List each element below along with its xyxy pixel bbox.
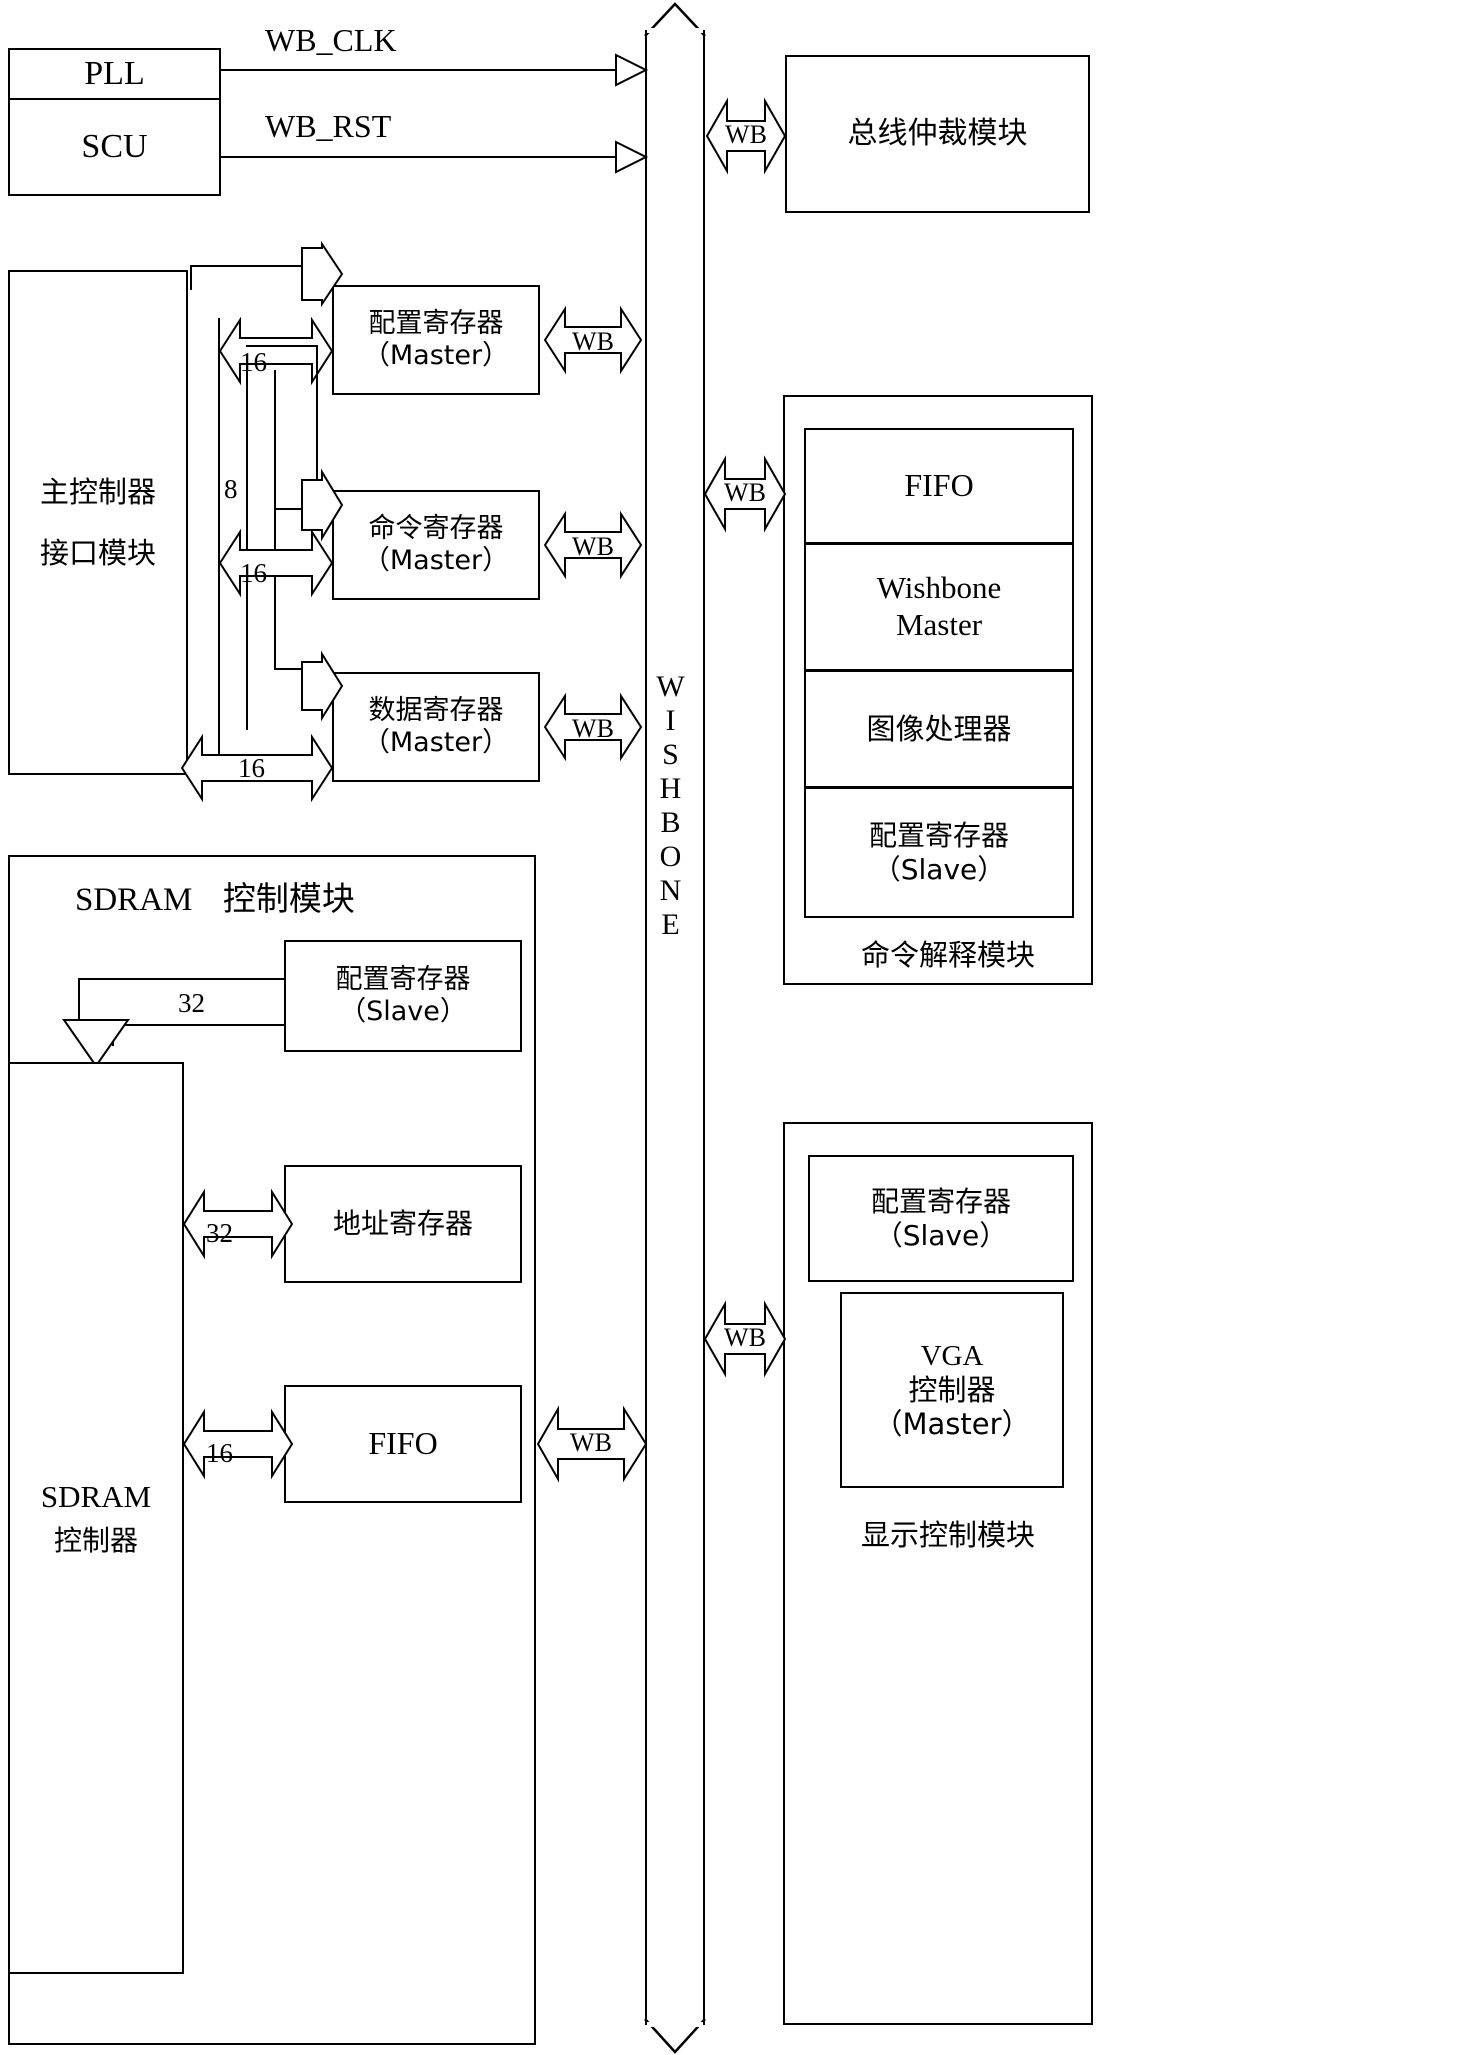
command-module-fifo-label: FIFO: [904, 467, 974, 504]
sdram-module-title-en: SDRAM: [75, 882, 193, 918]
display-vga-line2: 控制器: [908, 1372, 996, 1407]
sdram-cfg-down-arrow: [62, 1018, 130, 1068]
wb-rst-arrowhead: [615, 140, 649, 174]
config-register-master-line1: 配置寄存器: [368, 308, 504, 340]
host-rail-4: [274, 370, 276, 670]
wb-arrow-config-register-label: WB: [572, 327, 614, 356]
scu-block: SCU: [8, 98, 221, 196]
wb-clk-arrowhead: [615, 53, 649, 87]
wb-arrow-command-module-label: WB: [724, 478, 766, 507]
command-module-wishbone-master: Wishbone Master: [804, 543, 1074, 671]
wb-arrow-command-register-label: WB: [572, 532, 614, 561]
sdram-module-title-zh: 控制模块: [222, 879, 355, 918]
sdram-address-register-box: 地址寄存器: [284, 1165, 522, 1283]
wb-arrow-display-module-label: WB: [724, 1323, 766, 1352]
data-register-master-line1: 数据寄存器: [368, 695, 504, 727]
sdram-address-bus32-arrow: [182, 1188, 294, 1260]
command-module-wbm-line1: Wishbone: [876, 570, 1002, 606]
display-vga-controller-box: VGA 控制器 （Master）: [840, 1292, 1064, 1488]
display-module-label: 显示控制模块: [860, 1518, 1035, 1552]
sdram-module-title: SDRAM 控制模块: [75, 872, 355, 920]
display-vga-line3: （Master）: [873, 1407, 1031, 1442]
host-rail-1: [190, 265, 192, 290]
pll-block: PLL: [8, 48, 221, 100]
sdram-fifo-bus16-arrow: [182, 1408, 294, 1480]
sdram-cfg-bus32-label: 32: [178, 988, 205, 1018]
sdram-fifo-box: FIFO: [284, 1385, 522, 1503]
command-register-master-line2: （Master）: [362, 545, 510, 576]
cfg-in-arrow-top: [300, 240, 344, 308]
command-module-wbm-line2: Master: [895, 607, 983, 642]
command-module-config-line2: （Slave）: [872, 852, 1006, 886]
wishbone-bus-label: WISHBONE: [654, 670, 687, 942]
host-interface-line1: 主控制器: [39, 475, 156, 510]
bus-bottom-mask: [647, 2022, 703, 2027]
scu-label: SCU: [81, 127, 148, 165]
sdram-cfg-path-bottom: [112, 1024, 286, 1026]
wishbone-bus-body: [645, 30, 705, 2025]
wb-arrow-data-register-label: WB: [572, 714, 614, 743]
wb-rst-label: WB_RST: [265, 108, 392, 144]
sdram-fifo-bus16-label: 16: [206, 1438, 233, 1468]
bus-top-mask: [647, 28, 703, 33]
sdram-config-register-box: 配置寄存器 （Slave）: [284, 940, 522, 1052]
data-in-arrow: [300, 650, 344, 722]
display-vga-line1: VGA: [920, 1339, 984, 1372]
sdram-address-bus32-label: 32: [206, 1218, 233, 1248]
display-config-register-line1: 配置寄存器: [870, 1185, 1011, 1219]
diagram-canvas: WISHBONE PLL SCU WB_CLK WB_RST 总线仲裁模块 WB…: [0, 0, 1458, 2055]
sdram-config-register-line1: 配置寄存器: [335, 964, 471, 996]
wb-rst-line: [221, 156, 621, 158]
command-module-image-processor-label: 图像处理器: [866, 711, 1012, 746]
config-register-master-box: 配置寄存器 （Master）: [332, 285, 540, 395]
cmd-bus16-arrow: [218, 528, 334, 598]
command-register-master-box: 命令寄存器 （Master）: [332, 490, 540, 600]
sdram-controller-line2: 控制器: [53, 1523, 138, 1557]
wb-clk-label: WB_CLK: [265, 22, 397, 58]
arbiter-module-box: 总线仲裁模块: [785, 55, 1090, 213]
cmd-bus8-label: 8: [224, 474, 238, 504]
data-register-master-box: 数据寄存器 （Master）: [332, 672, 540, 782]
command-module-label: 命令解释模块: [860, 938, 1035, 972]
sdram-address-register-label: 地址寄存器: [332, 1207, 473, 1241]
host-interface-line2: 接口模块: [39, 535, 156, 570]
cmd-bus16-label: 16: [240, 558, 267, 588]
sdram-controller-box: SDRAM 控制器: [8, 1062, 184, 1974]
wb-clk-line: [221, 69, 621, 71]
wb-arrow-arbiter-label: WB: [725, 120, 767, 149]
arbiter-module-label: 总线仲裁模块: [847, 116, 1028, 152]
sdram-config-register-line2: （Slave）: [339, 996, 467, 1027]
sdram-fifo-label: FIFO: [368, 1425, 438, 1462]
data-register-master-line2: （Master）: [362, 727, 510, 758]
command-module-image-processor: 图像处理器: [804, 670, 1074, 788]
command-module-config-register: 配置寄存器 （Slave）: [804, 787, 1074, 918]
cmd-feed-8-a: [246, 345, 318, 347]
wb-arrow-sdram-fifo-label: WB: [570, 1428, 612, 1457]
cfg-feed-top-a: [190, 265, 318, 267]
data-bus16-label: 16: [238, 753, 265, 783]
command-module-fifo: FIFO: [804, 428, 1074, 544]
host-interface-box: 主控制器 接口模块: [8, 270, 188, 775]
sdram-cfg-path-top: [78, 978, 286, 980]
display-config-register-box: 配置寄存器 （Slave）: [808, 1155, 1074, 1282]
command-module-config-line1: 配置寄存器: [868, 819, 1009, 853]
command-register-master-line1: 命令寄存器: [368, 513, 504, 545]
display-config-register-line2: （Slave）: [874, 1218, 1008, 1252]
pll-label: PLL: [84, 54, 145, 92]
sdram-controller-line1: SDRAM: [40, 1479, 152, 1515]
config-register-master-line2: （Master）: [362, 340, 510, 371]
cfg-bus16-label: 16: [240, 347, 267, 377]
